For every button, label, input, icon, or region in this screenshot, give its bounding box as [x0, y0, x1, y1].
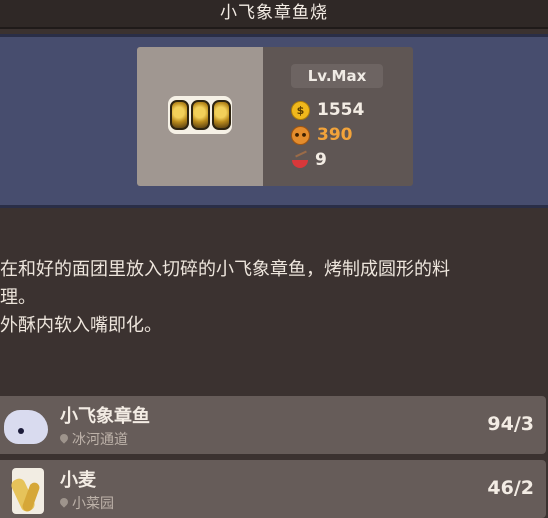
wheat-icon [0, 464, 52, 514]
ingredient-row[interactable]: 小麦 小菜园 46/2 [0, 460, 546, 518]
description-line: 外酥内软入嘴即化。 [0, 315, 162, 336]
level-badge: Lv.Max [291, 64, 383, 88]
dish-card: Lv.Max $ 1554 •• 390 9 [137, 47, 413, 186]
ingredient-name: 小麦 [60, 470, 96, 491]
location-label: 小菜园 [72, 496, 114, 512]
ingredient-name: 小飞象章鱼 [60, 406, 150, 427]
location-pin-icon [60, 498, 68, 508]
takoyaki-ball [211, 100, 231, 130]
stock-value: 9 [315, 150, 327, 170]
location-pin-icon [60, 434, 68, 444]
ingredient-location: 冰河通道 [60, 429, 128, 449]
ingredient-location: 小菜园 [60, 493, 114, 513]
coin-icon: $ [291, 100, 310, 120]
dish-image-frame [137, 47, 263, 186]
page-title: 小飞象章鱼烧 [220, 3, 328, 23]
dish-description: 在和好的面团里放入切碎的小飞象章鱼，烤制成圆形的料 理。 外酥内软入嘴即化。 [0, 256, 530, 340]
ingredient-count: 46/2 [487, 477, 534, 499]
satisfaction-value: 390 [317, 125, 353, 145]
stock-row: 9 [291, 149, 327, 171]
ingredient-count: 94/3 [487, 413, 534, 435]
header-divider [0, 27, 548, 29]
description-line: 在和好的面团里放入切碎的小飞象章鱼，烤制成圆形的料 [0, 259, 450, 280]
location-label: 冰河通道 [72, 432, 128, 448]
price-row: $ 1554 [291, 99, 364, 121]
satisfaction-row: •• 390 [291, 124, 353, 146]
header-bar: 小飞象章鱼烧 [0, 0, 548, 28]
takoyaki-ball [190, 100, 210, 130]
dish-stats: Lv.Max $ 1554 •• 390 9 [283, 47, 407, 186]
description-line: 理。 [0, 287, 36, 308]
takoyaki-icon [168, 96, 232, 134]
ingredient-row[interactable]: 小飞象章鱼 冰河通道 94/3 [0, 396, 546, 454]
smile-face-icon: •• [291, 125, 310, 145]
price-value: 1554 [317, 100, 365, 120]
bowl-chopsticks-icon [291, 152, 308, 169]
cloud-octopus-icon [0, 400, 52, 450]
takoyaki-ball [169, 100, 189, 130]
